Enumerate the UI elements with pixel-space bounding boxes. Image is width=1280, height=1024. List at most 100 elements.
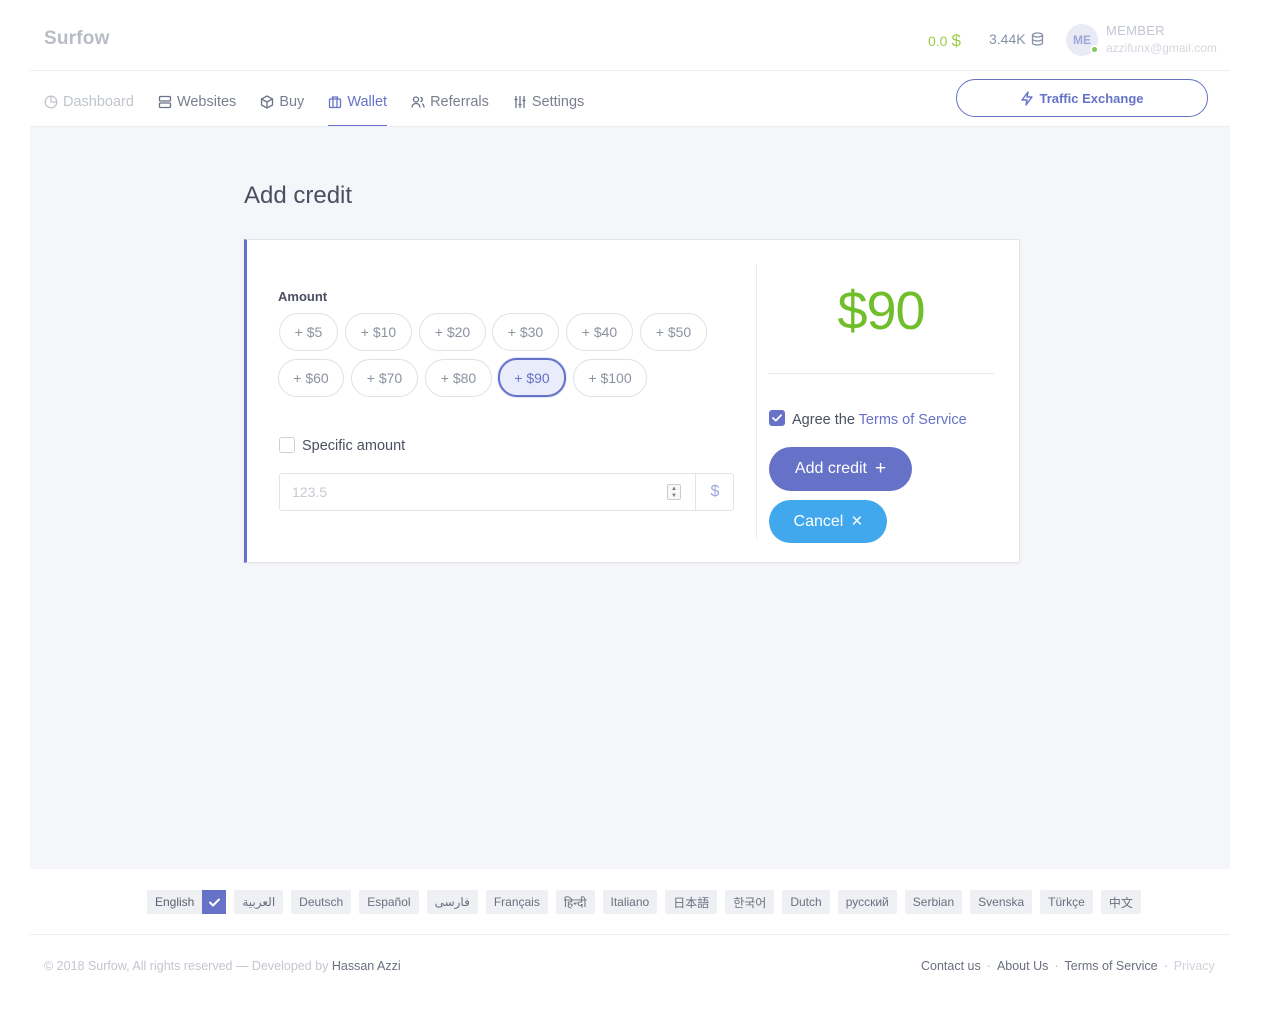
lang-chinese[interactable]: 中文 [1100,890,1141,914]
server-icon [158,95,172,109]
amount-option-10[interactable]: + $10 [345,313,412,351]
developer-link[interactable]: Hassan Azzi [332,959,401,973]
balance-indicator[interactable]: 0.0 $ [928,31,961,51]
amount-option-60[interactable]: + $60 [278,359,344,397]
specific-amount-checkbox[interactable] [279,437,295,453]
stepper-up-icon[interactable]: ▲ [671,486,677,492]
page-title: Add credit [244,182,353,209]
checkmark-icon [772,414,782,422]
lang-german[interactable]: Deutsch [291,890,352,914]
member-email: azzifunx@gmail.com [1106,41,1217,55]
lang-spanish[interactable]: Español [359,890,419,914]
clock-pie-icon [44,95,58,109]
traffic-exchange-label: Traffic Exchange [1039,90,1144,106]
agree-tos-label: Agree the Terms of Service [792,412,967,428]
wallet-icon [329,96,342,109]
header-divider [30,70,1230,71]
nav-label: Settings [531,94,585,110]
lang-swedish[interactable]: Svenska [970,890,1033,914]
specific-amount-label: Specific amount [302,438,406,454]
amount-option-5[interactable]: + $5 [279,313,338,351]
lang-arabic[interactable]: العربية [234,890,284,914]
credits-value: 3.44K [989,31,1026,47]
amount-option-90[interactable]: + $90 [498,358,566,397]
top-bar: Surfow 0.0 $ 3.44K ME MEMBER azzifunx@gm… [0,0,1280,70]
nav-item-dashboard[interactable]: Dashboard [44,78,134,126]
total-divider [768,373,994,374]
footer-separator: · [1163,959,1168,973]
number-stepper[interactable]: ▲ ▼ [667,484,681,500]
lang-hindi[interactable]: हिन्दी [555,890,595,914]
avatar-initials: ME [1073,33,1091,47]
nav-label: Referrals [430,94,489,110]
footer-separator: · [986,959,991,973]
lang-label: English [147,890,203,914]
footer-link-contact[interactable]: Contact us [921,959,981,973]
cancel-label: Cancel [793,512,844,530]
footer-link-privacy[interactable]: Privacy [1174,959,1215,973]
stepper-down-icon[interactable]: ▼ [671,493,677,499]
check-icon [202,890,227,914]
avatar[interactable]: ME [1066,24,1099,56]
nav-label: Buy [279,94,305,110]
amount-option-40[interactable]: + $40 [566,313,633,351]
tos-link[interactable]: Terms of Service [859,412,967,428]
close-icon: × [851,510,863,532]
lang-italian[interactable]: Italiano [602,890,658,914]
amount-option-30[interactable]: + $30 [492,313,559,351]
lang-persian[interactable]: فارسی [426,890,478,914]
footer-separator: · [1054,959,1059,973]
footer-divider [30,934,1230,935]
lang-english[interactable]: English [147,890,227,914]
copyright: © 2018 Surfow, All rights reserved — Dev… [44,959,401,973]
lightning-icon [1021,90,1034,106]
amount-option-70[interactable]: + $70 [351,359,418,397]
language-selector: English العربية Deutsch Español فارسی Fr… [147,890,1141,914]
nav-item-wallet[interactable]: Wallet [328,78,388,127]
traffic-exchange-button[interactable]: Traffic Exchange [956,79,1208,117]
balance-value: 0.0 [928,33,948,49]
nav-label: Websites [176,94,237,110]
add-credit-button[interactable]: Add credit + [769,447,912,491]
card-column-divider [756,264,757,540]
lang-japanese[interactable]: 日本語 [665,890,718,914]
nav-label: Dashboard [63,94,134,110]
nav-item-settings[interactable]: Settings [513,78,584,126]
footer-links: Contact us · About Us · Terms of Service… [921,959,1215,973]
amount-option-100[interactable]: + $100 [573,359,647,397]
cancel-button[interactable]: Cancel × [769,500,887,543]
lang-turkish[interactable]: Türkçe [1040,890,1093,914]
footer-link-terms[interactable]: Terms of Service [1065,959,1158,973]
amount-input-group: ▲ ▼ $ [279,473,734,511]
copyright-text: © 2018 Surfow, All rights reserved — Dev… [44,959,329,973]
plus-icon: + [874,458,887,479]
amount-option-20[interactable]: + $20 [419,313,486,351]
currency-addon: $ [695,474,734,510]
database-icon [1031,32,1043,46]
online-status-icon [1090,45,1099,54]
amount-option-50[interactable]: + $50 [640,313,707,351]
lang-russian[interactable]: русский [837,890,897,914]
nav-item-websites[interactable]: Websites [158,78,236,126]
sliders-icon [514,96,526,108]
nav-item-buy[interactable]: Buy [260,78,304,126]
lang-dutch[interactable]: Dutch [782,890,830,914]
lang-korean[interactable]: 한국어 [725,890,775,914]
specific-amount-input[interactable] [280,474,694,510]
dollar-icon: $ [951,31,961,50]
nav-label: Wallet [347,94,388,110]
users-icon [411,96,425,108]
credits-indicator[interactable]: 3.44K [989,31,1044,47]
main-nav: Dashboard Websites Buy Wallet Referrals … [44,78,608,127]
footer-link-about[interactable]: About Us [997,959,1048,973]
member-role: MEMBER [1106,23,1165,38]
amount-label: Amount [278,289,328,304]
lang-french[interactable]: Français [485,890,548,914]
brand-logo[interactable]: Surfow [44,28,110,50]
nav-item-referrals[interactable]: Referrals [411,78,489,126]
add-credit-label: Add credit [794,460,867,477]
agree-tos-checkbox[interactable] [769,410,785,426]
lang-serbian[interactable]: Serbian [904,890,963,914]
agree-prefix: Agree the [792,412,855,428]
amount-option-80[interactable]: + $80 [425,359,492,397]
